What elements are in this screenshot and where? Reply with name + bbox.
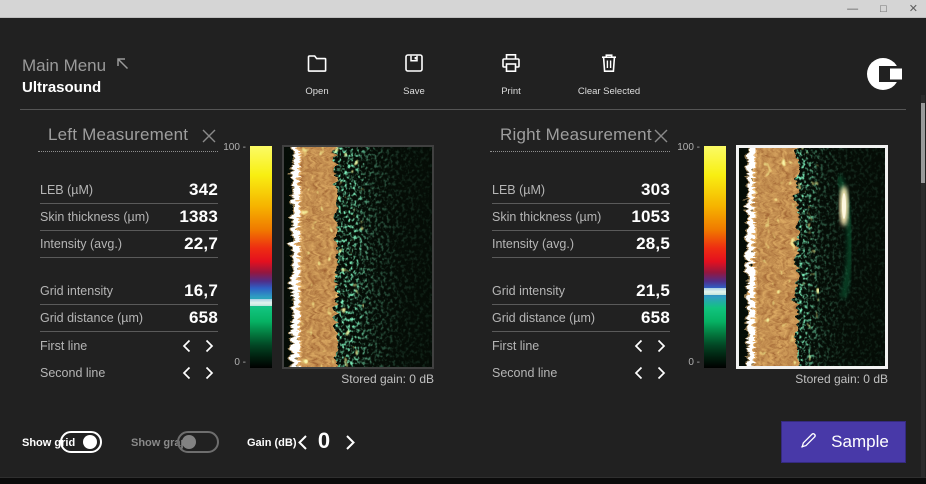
colorbar-marker <box>250 299 272 306</box>
first-line-row: First line <box>40 332 218 359</box>
row-value: 1053 <box>631 207 670 227</box>
back-arrow-icon <box>114 55 130 76</box>
right-measurement-panel: Right Measurement LEB (µM) 303 Skin thic… <box>490 125 670 152</box>
gain-value: 0 <box>310 428 338 454</box>
stored-gain-label: Stored gain: 0 dB <box>282 372 434 386</box>
row-value: 303 <box>641 180 670 200</box>
measurement-row-leb: LEB (µM) 342 <box>40 177 218 204</box>
toggle-knob <box>83 435 97 449</box>
window-minimize-button[interactable]: — <box>847 4 858 15</box>
ultrasound-image-left[interactable] <box>282 145 434 369</box>
second-line-prev-button[interactable] <box>631 365 645 381</box>
open-button[interactable]: Open <box>282 51 352 97</box>
sample-label: Sample <box>831 432 889 452</box>
left-panel-title: Left Measurement <box>38 125 188 144</box>
app-header: Main Menu Ultrasound Open Save Print <box>0 18 926 92</box>
pencil-icon <box>798 430 817 454</box>
row-value: 658 <box>641 308 670 328</box>
row-label: Intensity (avg.) <box>492 237 574 251</box>
first-line-prev-button[interactable] <box>179 338 193 354</box>
toggle-knob <box>182 435 196 449</box>
row-label: Skin thickness (µm) <box>40 210 149 224</box>
row-label: LEB (µM) <box>40 183 93 197</box>
row-label: Skin thickness (µm) <box>492 210 601 224</box>
ultrasound-image-right[interactable] <box>736 145 888 369</box>
row-value: 1383 <box>179 207 218 227</box>
measurement-row-intensity: Intensity (avg.) 28,5 <box>492 231 670 258</box>
intensity-colorbar <box>704 146 726 368</box>
gain-increase-button[interactable] <box>342 433 358 451</box>
row-value: 28,5 <box>636 234 670 254</box>
vertical-scrollbar[interactable] <box>921 95 925 477</box>
save-icon <box>402 51 426 75</box>
header-divider <box>20 109 906 110</box>
scale-max-label: 100 - <box>202 142 246 153</box>
first-line-prev-button[interactable] <box>631 338 645 354</box>
folder-icon <box>305 51 329 75</box>
measurement-row-grid-intensity: Grid intensity 16,7 <box>40 278 218 305</box>
save-button[interactable]: Save <box>379 51 449 97</box>
gain-label: Gain (dB) <box>247 437 297 449</box>
left-measurement-panel: Left Measurement LEB (µM) 342 Skin thick… <box>38 125 218 152</box>
row-value: 21,5 <box>636 281 670 301</box>
row-label: Second line <box>492 366 557 380</box>
second-line-row: Second line <box>40 359 218 386</box>
scale-min-label: 0 - <box>656 357 700 368</box>
page-title: Ultrasound <box>22 79 101 96</box>
row-label: First line <box>40 339 87 353</box>
window-maximize-button[interactable]: □ <box>880 4 887 15</box>
row-label: Grid distance (µm) <box>40 311 143 325</box>
row-value: 658 <box>189 308 218 328</box>
row-value: 342 <box>189 180 218 200</box>
measurement-row-leb: LEB (µM) 303 <box>492 177 670 204</box>
first-line-row: First line <box>492 332 670 359</box>
window-titlebar: — □ ✕ <box>0 0 926 18</box>
printer-icon <box>499 51 523 75</box>
measurement-row-grid-distance: Grid distance (µm) 658 <box>40 305 218 332</box>
measurement-row-skin-thickness: Skin thickness (µm) 1383 <box>40 204 218 231</box>
clear-selected-button[interactable]: Clear Selected <box>559 51 659 97</box>
first-line-next-button[interactable] <box>202 338 216 354</box>
measurement-row-skin-thickness: Skin thickness (µm) 1053 <box>492 204 670 231</box>
second-line-row: Second line <box>492 359 670 386</box>
row-label: LEB (µM) <box>492 183 545 197</box>
show-graph-toggle[interactable] <box>177 431 219 453</box>
row-label: First line <box>492 339 539 353</box>
second-line-prev-button[interactable] <box>179 365 193 381</box>
row-label: Intensity (avg.) <box>40 237 122 251</box>
row-label: Grid distance (µm) <box>492 311 595 325</box>
row-label: Grid intensity <box>492 284 565 298</box>
clear-selected-label: Clear Selected <box>578 86 640 97</box>
row-value: 16,7 <box>184 281 218 301</box>
window-close-button[interactable]: ✕ <box>909 4 918 15</box>
scale-max-label: 100 - <box>656 142 700 153</box>
main-menu-label: Main Menu <box>22 56 106 76</box>
sample-button[interactable]: Sample <box>782 422 905 462</box>
window-bottom-edge <box>0 477 926 484</box>
measurement-row-intensity: Intensity (avg.) 22,7 <box>40 231 218 258</box>
scrollbar-thumb[interactable] <box>921 103 925 183</box>
right-panel-title: Right Measurement <box>490 125 652 144</box>
intensity-colorbar <box>250 146 272 368</box>
gain-decrease-button[interactable] <box>294 433 310 451</box>
scale-min-label: 0 - <box>202 357 246 368</box>
measurement-row-grid-intensity: Grid intensity 21,5 <box>492 278 670 305</box>
print-button[interactable]: Print <box>476 51 546 97</box>
app-window: — □ ✕ Main Menu Ultrasound Open Save <box>0 0 926 484</box>
trash-icon <box>597 51 621 75</box>
row-label: Second line <box>40 366 105 380</box>
main-menu-link[interactable]: Main Menu <box>22 55 130 76</box>
open-label: Open <box>305 86 328 97</box>
brand-logo-icon <box>866 54 908 94</box>
first-line-next-button[interactable] <box>654 338 668 354</box>
stored-gain-label: Stored gain: 0 dB <box>736 372 888 386</box>
row-value: 22,7 <box>184 234 218 254</box>
row-label: Grid intensity <box>40 284 113 298</box>
colorbar-marker <box>704 288 726 295</box>
show-grid-toggle[interactable] <box>60 431 102 453</box>
save-label: Save <box>403 86 425 97</box>
print-label: Print <box>501 86 521 97</box>
measurement-row-grid-distance: Grid distance (µm) 658 <box>492 305 670 332</box>
